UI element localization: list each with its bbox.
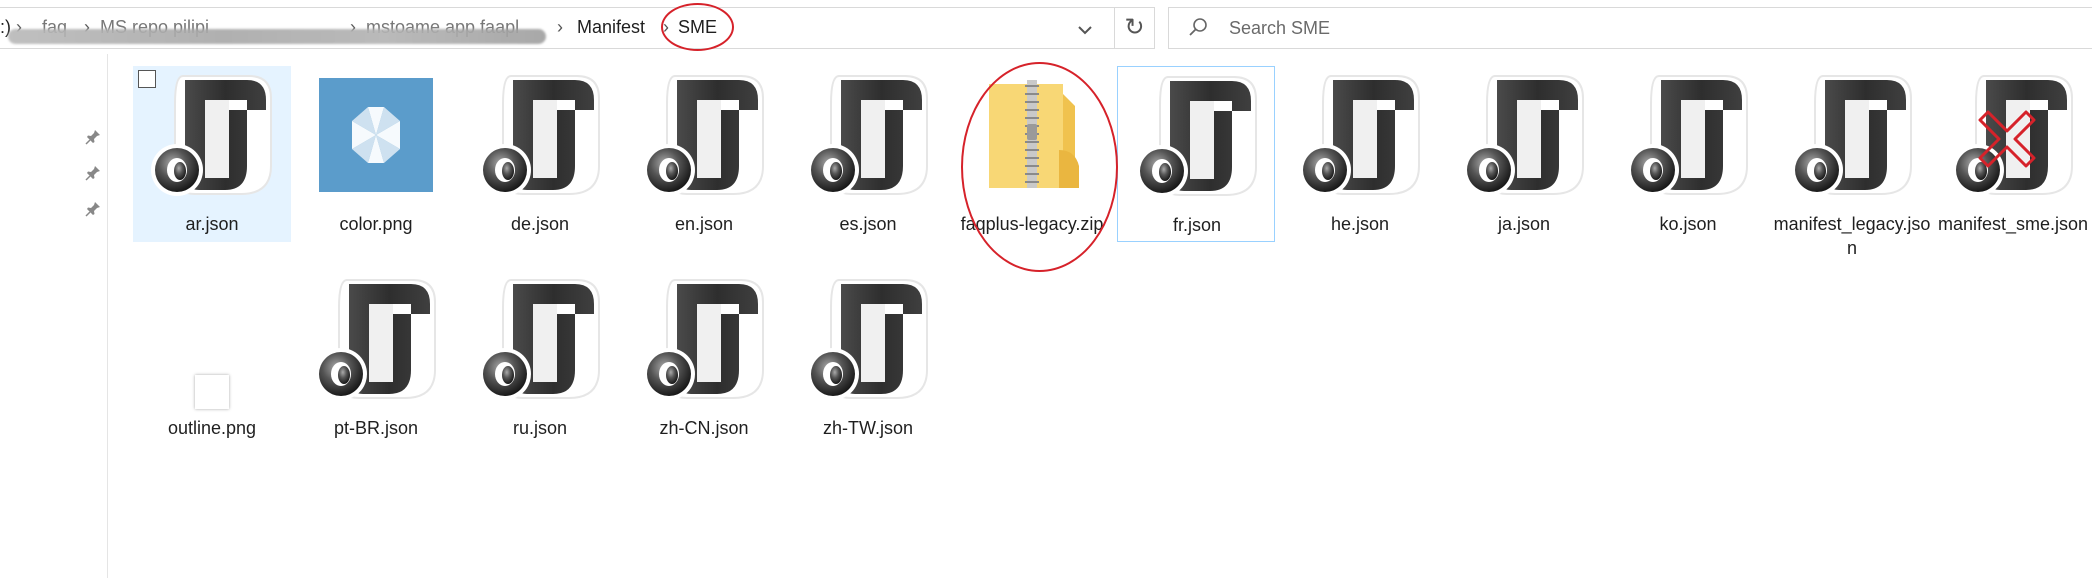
search-input[interactable]: Search SME xyxy=(1229,18,1330,39)
redaction-blur xyxy=(8,29,546,44)
file-item[interactable]: en.json xyxy=(625,66,783,242)
file-name: es.json xyxy=(839,214,897,234)
file-item[interactable]: fr.json xyxy=(1117,66,1275,242)
file-item[interactable]: ja.json xyxy=(1445,66,1603,242)
refresh-icon: ↻ xyxy=(1124,14,1145,41)
file-name: ar.json xyxy=(185,214,239,234)
json-file-icon xyxy=(145,70,279,204)
png-outline-thumbnail-icon xyxy=(195,375,229,409)
navigation-pane xyxy=(0,54,108,578)
json-file-icon xyxy=(801,274,935,408)
json-file-icon xyxy=(637,274,771,408)
file-name: de.json xyxy=(510,214,570,234)
file-item[interactable]: pt-BR.json xyxy=(297,270,455,446)
breadcrumb-manifest[interactable]: Manifest xyxy=(577,17,645,38)
file-name: fr.json xyxy=(1172,215,1222,235)
pin-icon[interactable] xyxy=(84,200,102,218)
file-name: manifest_legacy.json xyxy=(1773,214,1931,258)
pin-icon[interactable] xyxy=(84,128,102,146)
file-name: zh-CN.json xyxy=(659,418,749,438)
file-name: ja.json xyxy=(1497,214,1551,234)
file-name: ru.json xyxy=(512,418,568,438)
refresh-button[interactable]: ↻ xyxy=(1115,7,1155,49)
json-file-icon xyxy=(1457,70,1591,204)
json-file-icon xyxy=(473,70,607,204)
file-item[interactable]: color.png xyxy=(297,66,455,242)
json-file-icon xyxy=(801,70,935,204)
file-item[interactable]: de.json xyxy=(461,66,619,242)
annotation-circle xyxy=(661,3,734,51)
top-bar: :) › faq › MS repo pilipi › mstoame app … xyxy=(0,0,2092,54)
json-file-icon xyxy=(1130,71,1264,205)
file-name: outline.png xyxy=(167,418,257,438)
file-item[interactable]: manifest_legacy.json xyxy=(1773,66,1931,258)
file-item[interactable]: ru.json xyxy=(461,270,619,446)
annotation-circle xyxy=(961,62,1118,272)
red-x-mark-icon xyxy=(1978,110,2036,168)
file-name: en.json xyxy=(674,214,734,234)
json-file-icon xyxy=(1621,70,1755,204)
file-name: color.png xyxy=(339,214,413,234)
json-file-icon xyxy=(637,70,771,204)
file-name: zh-TW.json xyxy=(822,418,914,438)
breadcrumb-separator-icon: › xyxy=(557,17,563,37)
file-item[interactable]: ar.json xyxy=(133,66,291,242)
json-file-icon xyxy=(1785,70,1919,204)
file-item[interactable]: he.json xyxy=(1281,66,1439,242)
file-item[interactable]: zh-CN.json xyxy=(625,270,783,446)
file-name: pt-BR.json xyxy=(333,418,419,438)
file-item[interactable]: zh-TW.json xyxy=(789,270,947,446)
png-color-thumbnail-icon xyxy=(319,78,433,192)
json-file-icon xyxy=(473,274,607,408)
file-item[interactable]: es.json xyxy=(789,66,947,242)
chevron-down-icon[interactable] xyxy=(1070,16,1100,46)
file-name: he.json xyxy=(1330,214,1390,234)
json-file-icon xyxy=(1293,70,1427,204)
file-item[interactable]: ko.json xyxy=(1609,66,1767,242)
file-item[interactable]: manifest_sme.json xyxy=(1934,66,2092,242)
file-name: ko.json xyxy=(1659,214,1717,234)
search-box[interactable]: Search SME xyxy=(1168,7,2092,49)
file-item[interactable]: outline.png xyxy=(133,270,291,446)
search-icon xyxy=(1189,18,1207,36)
address-bar[interactable]: :) › faq › MS repo pilipi › mstoame app … xyxy=(0,7,1115,49)
file-name: manifest_sme.json xyxy=(1937,214,2089,234)
json-file-icon xyxy=(309,274,443,408)
pin-icon[interactable] xyxy=(84,164,102,182)
